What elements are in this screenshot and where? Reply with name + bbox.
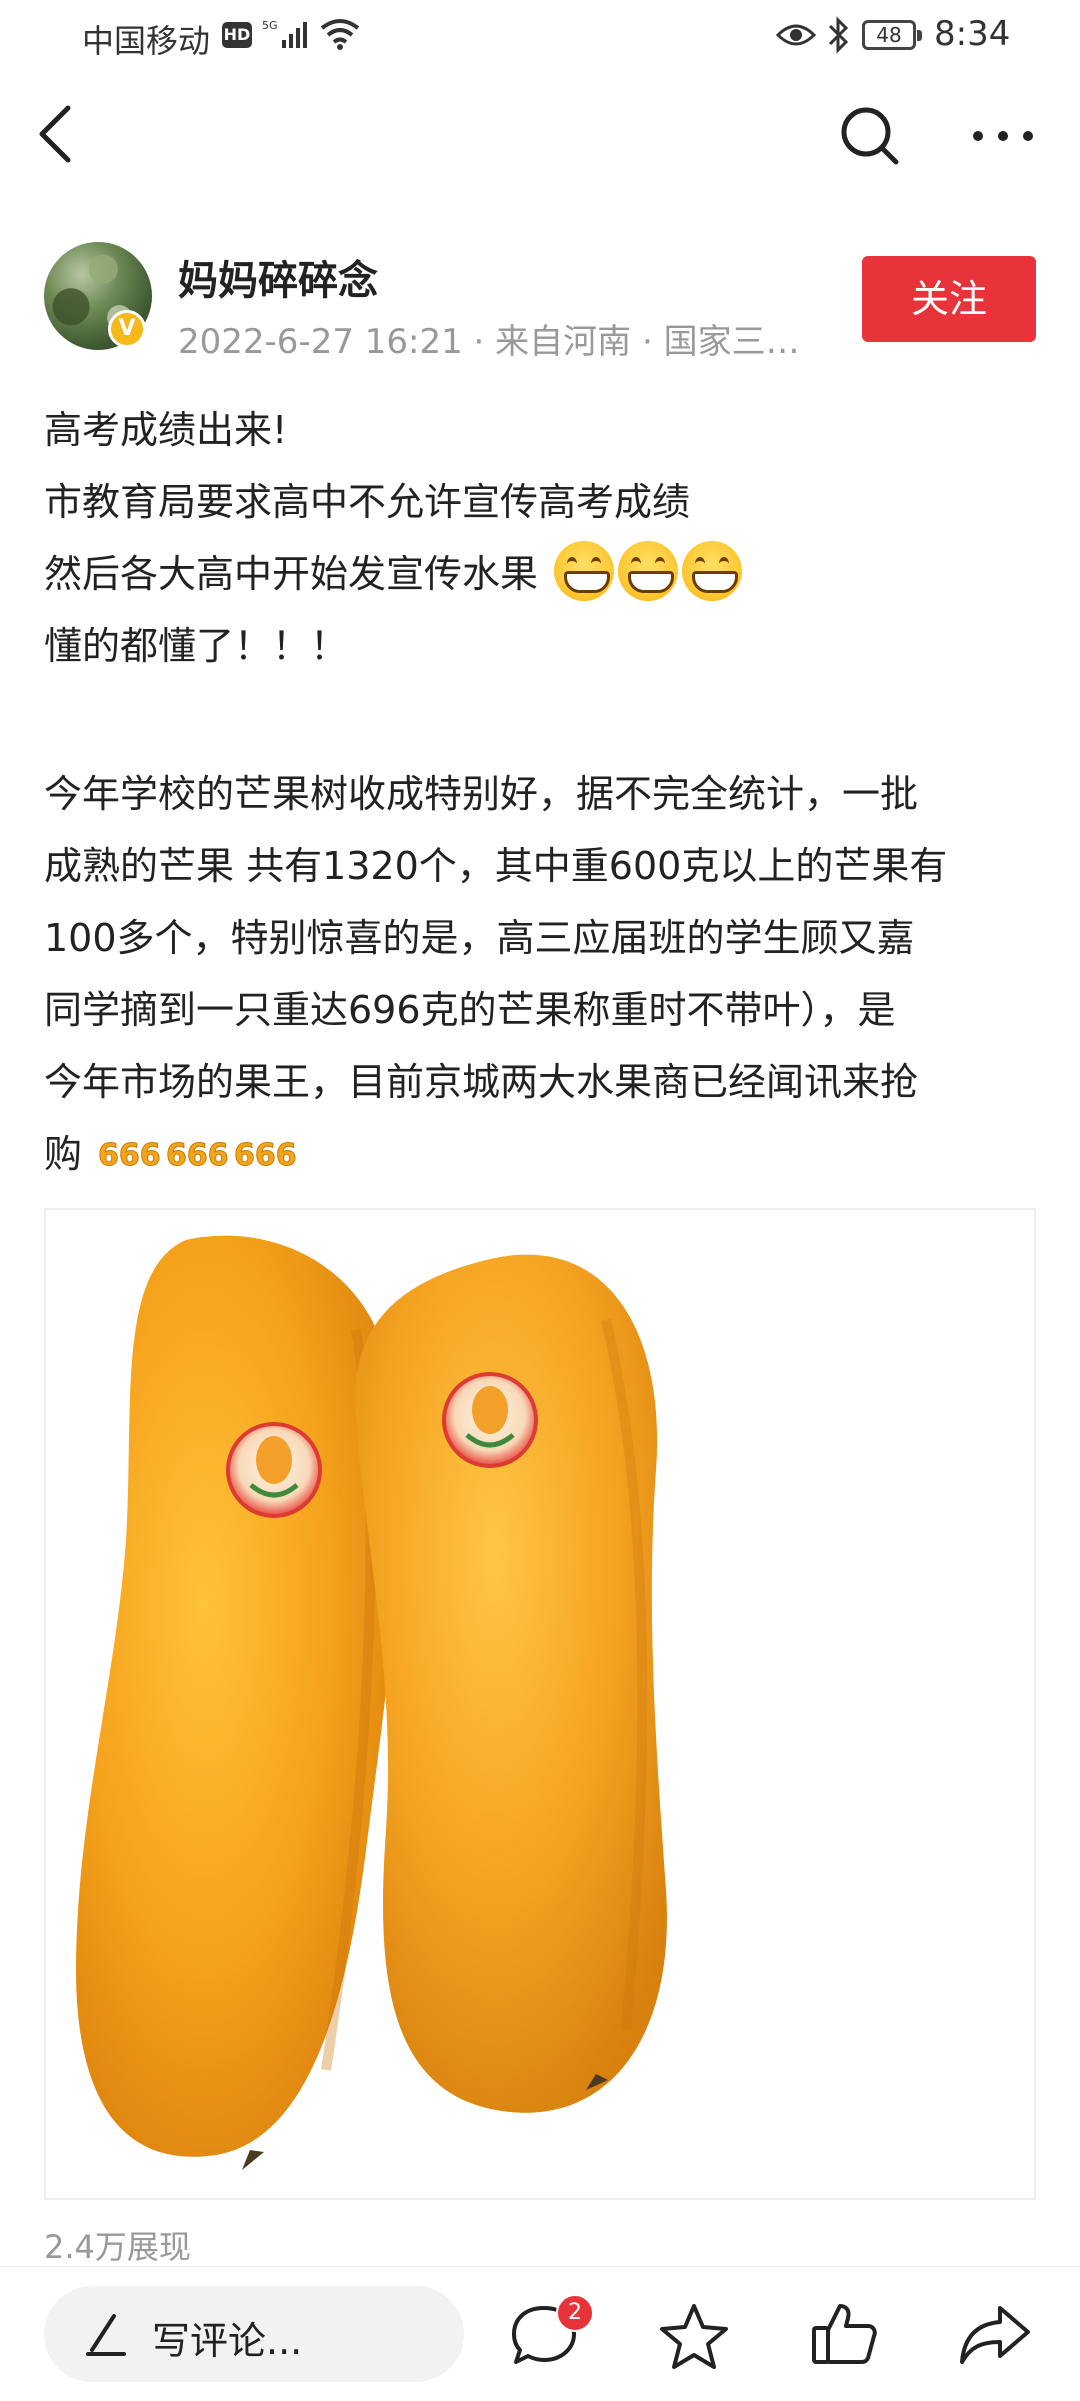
post-body-intro: 高考成绩出来! 市教育局要求高中不允许宣传高考成绩 然后各大高中开始发宣传水果 …	[44, 394, 1034, 682]
bluetooth-icon	[828, 16, 849, 54]
battery-indicator: 48	[862, 20, 922, 50]
cellular-signal-icon: 5G	[262, 19, 307, 48]
post-body-main: 今年学校的芒果树收成特别好，据不完全统计，一批 成熟的芒果 共有1320个，其中…	[44, 758, 1034, 1190]
post-line: 购 666 666 666	[44, 1118, 1034, 1190]
svg-text:666: 666	[98, 1138, 161, 1173]
post-line: 然后各大高中开始发宣传水果	[44, 538, 1034, 610]
post-line: 同学摘到一只重达696克的芒果称重时不带叶），是	[44, 988, 896, 1032]
more-dots-icon[interactable]	[970, 124, 1036, 148]
post-line: 今年学校的芒果树收成特别好，据不完全统计，一批	[44, 772, 919, 816]
grinning-face-icon	[554, 541, 615, 601]
share-arrow-icon[interactable]	[958, 2300, 1032, 2370]
post-line-text: 购	[44, 1132, 83, 1176]
svg-text:666: 666	[166, 1138, 229, 1173]
status-bar: 中国移动 HD 5G 48 8:34	[0, 0, 1080, 72]
post-image[interactable]	[44, 1208, 1036, 2200]
666-icon: 666	[98, 1138, 161, 1174]
post-line: 高考成绩出来!	[44, 408, 288, 452]
chevron-left-icon[interactable]	[34, 102, 80, 166]
post-meta: 2022-6-27 16:21 · 来自河南 · 国家三…	[178, 322, 800, 362]
star-icon[interactable]	[658, 2300, 730, 2372]
follow-button[interactable]: 关注	[862, 256, 1036, 342]
post-line-text: 然后各大高中开始发宣传水果	[44, 552, 539, 596]
author-name[interactable]: 妈妈碎碎念	[178, 248, 378, 306]
wifi-icon	[320, 19, 360, 50]
comment-count-badge: 2	[556, 2294, 594, 2332]
thumbs-up-icon[interactable]	[808, 2298, 880, 2370]
post-line: 懂的都懂了！！！	[44, 624, 349, 668]
666-icon: 666	[166, 1138, 229, 1174]
search-icon[interactable]	[838, 104, 902, 168]
post-line: 市教育局要求高中不允许宣传高考成绩	[44, 480, 691, 524]
hd-badge: HD	[222, 22, 252, 48]
post-line: 100多个，特别惊喜的是，高三应届班的学生顾又嘉	[44, 916, 915, 960]
clock: 8:34	[934, 14, 1011, 54]
post-line: 成熟的芒果 共有1320个，其中重600克以上的芒果有	[44, 844, 948, 888]
post-line: 今年市场的果王，目前京城两大水果商已经闻讯来抢	[44, 1060, 919, 1104]
grinning-face-icon	[618, 541, 679, 601]
grinning-face-icon	[682, 541, 743, 601]
pen-icon	[86, 2314, 126, 2356]
view-count: 2.4万展现	[44, 2228, 191, 2266]
666-icon: 666	[234, 1138, 297, 1174]
svg-text:666: 666	[234, 1138, 297, 1173]
network-type-label: 5G	[262, 19, 278, 32]
carrier-label: 中国移动	[82, 22, 211, 60]
verified-badge-icon: V	[108, 310, 146, 348]
eye-icon	[776, 24, 816, 46]
two-mangoes-photo	[76, 1235, 667, 2170]
comment-placeholder[interactable]: 写评论...	[152, 2310, 302, 2365]
